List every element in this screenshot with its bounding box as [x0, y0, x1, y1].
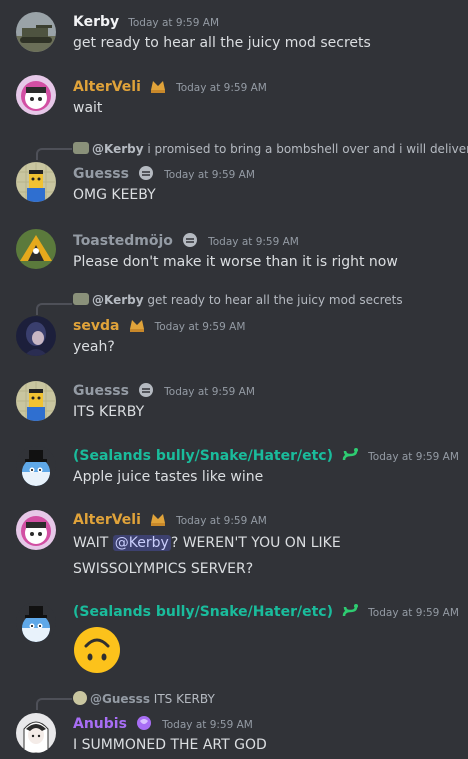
- grey-badge-icon: [137, 382, 155, 398]
- message-text-line2: SWISSOLYMPICS SERVER?: [73, 561, 254, 577]
- author-name[interactable]: Kerby: [73, 14, 119, 30]
- message-alterveli-mention[interactable]: AlterVeli Today at 9:59 AM WAIT @Kerby? …: [0, 508, 468, 580]
- author-name[interactable]: Toastedmöjo: [73, 233, 173, 249]
- timestamp: Today at 9:59 AM: [208, 236, 299, 248]
- reply-avatar: [73, 142, 89, 154]
- author-name[interactable]: Guesss: [73, 383, 129, 399]
- grey-badge-icon: [137, 165, 155, 181]
- message-text: Please don't make it worse than it is ri…: [73, 254, 398, 270]
- reply-spine: [36, 698, 72, 710]
- timestamp: Today at 9:59 AM: [368, 451, 459, 463]
- chat-log: Kerby Today at 9:59 AM get ready to hear…: [0, 0, 468, 759]
- author-name[interactable]: AlterVeli: [73, 79, 141, 95]
- purple-badge-icon: [135, 715, 153, 731]
- message-text: I SUMMONED THE ART GOD: [73, 737, 267, 753]
- reply-author[interactable]: @Guesss: [90, 692, 150, 706]
- grey-badge-icon: [181, 232, 199, 248]
- author-name[interactable]: sevda: [73, 318, 119, 334]
- author-name[interactable]: (Sealands bully/Snake/Hater/etc): [73, 604, 333, 620]
- message-text: OMG KEEBY: [73, 187, 156, 203]
- author-name[interactable]: AlterVeli: [73, 512, 141, 528]
- yellow-character-avatar[interactable]: [16, 162, 56, 202]
- reply-text: i promised to bring a bombshell over and…: [147, 142, 468, 156]
- bird-avatar[interactable]: [16, 229, 56, 269]
- upside-down-face-emoji[interactable]: [73, 626, 121, 674]
- timestamp: Today at 9:59 AM: [164, 386, 255, 398]
- message-sealands-emoji[interactable]: (Sealands bully/Snake/Hater/etc) Today a…: [0, 599, 468, 674]
- yellow-character-avatar[interactable]: [16, 381, 56, 421]
- author-name[interactable]: Guesss: [73, 166, 129, 182]
- message-anubis-reply[interactable]: @Guesss ITS KERBY Anubis Today at 9:59 A…: [0, 688, 468, 759]
- timestamp: Today at 9:59 AM: [162, 719, 253, 731]
- message-text: wait: [73, 100, 103, 116]
- blue-ball-hat-avatar[interactable]: [16, 446, 56, 486]
- message-kerby[interactable]: Kerby Today at 9:59 AM get ready to hear…: [0, 8, 468, 56]
- white-hair-avatar[interactable]: [16, 713, 56, 753]
- reply-avatar: [73, 691, 87, 705]
- user-mention[interactable]: @Kerby: [112, 535, 171, 551]
- reply-preview[interactable]: @Kerby get ready to hear all the juicy m…: [73, 291, 403, 309]
- reply-spine: [36, 303, 72, 315]
- message-toastedmojo[interactable]: Toastedmöjo Today at 9:59 AM Please don'…: [0, 227, 468, 275]
- message-alterveli[interactable]: AlterVeli Today at 9:59 AM wait: [0, 73, 468, 121]
- gold-crown-badge-icon: [149, 78, 167, 94]
- reply-text: ITS KERBY: [153, 692, 215, 706]
- author-name[interactable]: (Sealands bully/Snake/Hater/etc): [73, 448, 333, 464]
- reply-preview[interactable]: @Guesss ITS KERBY: [73, 690, 215, 708]
- message-text: Apple juice tastes like wine: [73, 469, 264, 485]
- message-text: WAIT @Kerby? WEREN'T YOU ON LIKE: [73, 530, 462, 556]
- timestamp: Today at 9:59 AM: [368, 607, 459, 619]
- gold-crown-badge-icon: [128, 317, 146, 333]
- green-snake-badge-icon: [341, 447, 359, 463]
- green-snake-badge-icon: [341, 603, 359, 619]
- message-text: ITS KERBY: [73, 404, 145, 420]
- pink-character-avatar[interactable]: [16, 510, 56, 550]
- timestamp: Today at 9:59 AM: [176, 82, 267, 94]
- timestamp: Today at 9:59 AM: [128, 17, 220, 29]
- message-guesss-reply[interactable]: @Kerby i promised to bring a bombshell o…: [0, 138, 468, 206]
- message-guesss[interactable]: Guesss Today at 9:59 AM ITS KERBY: [0, 378, 468, 426]
- tank-avatar[interactable]: [16, 12, 56, 52]
- message-sevda-reply[interactable]: @Kerby get ready to hear all the juicy m…: [0, 293, 468, 361]
- message-text-part: WAIT: [73, 535, 113, 551]
- reply-text: get ready to hear all the juicy mod secr…: [147, 293, 403, 307]
- reply-author[interactable]: @Kerby: [92, 142, 144, 156]
- message-text: yeah?: [73, 339, 115, 355]
- timestamp: Today at 9:59 AM: [154, 321, 246, 333]
- reply-author[interactable]: @Kerby: [92, 293, 144, 307]
- message-sealands[interactable]: (Sealands bully/Snake/Hater/etc) Today a…: [0, 443, 468, 491]
- timestamp: Today at 9:59 AM: [164, 169, 255, 181]
- timestamp: Today at 9:59 AM: [176, 515, 267, 527]
- pink-character-avatar[interactable]: [16, 75, 56, 115]
- reply-preview[interactable]: @Kerby i promised to bring a bombshell o…: [73, 140, 468, 158]
- message-text: get ready to hear all the juicy mod secr…: [73, 35, 371, 51]
- dark-portrait-avatar[interactable]: [16, 316, 56, 356]
- author-name[interactable]: Anubis: [73, 716, 127, 732]
- reply-avatar: [73, 293, 89, 305]
- message-text-part: ? WEREN'T YOU ON LIKE: [170, 535, 341, 551]
- blue-ball-hat-avatar[interactable]: [16, 602, 56, 642]
- reply-spine: [36, 148, 72, 160]
- gold-crown-badge-icon: [149, 511, 167, 527]
